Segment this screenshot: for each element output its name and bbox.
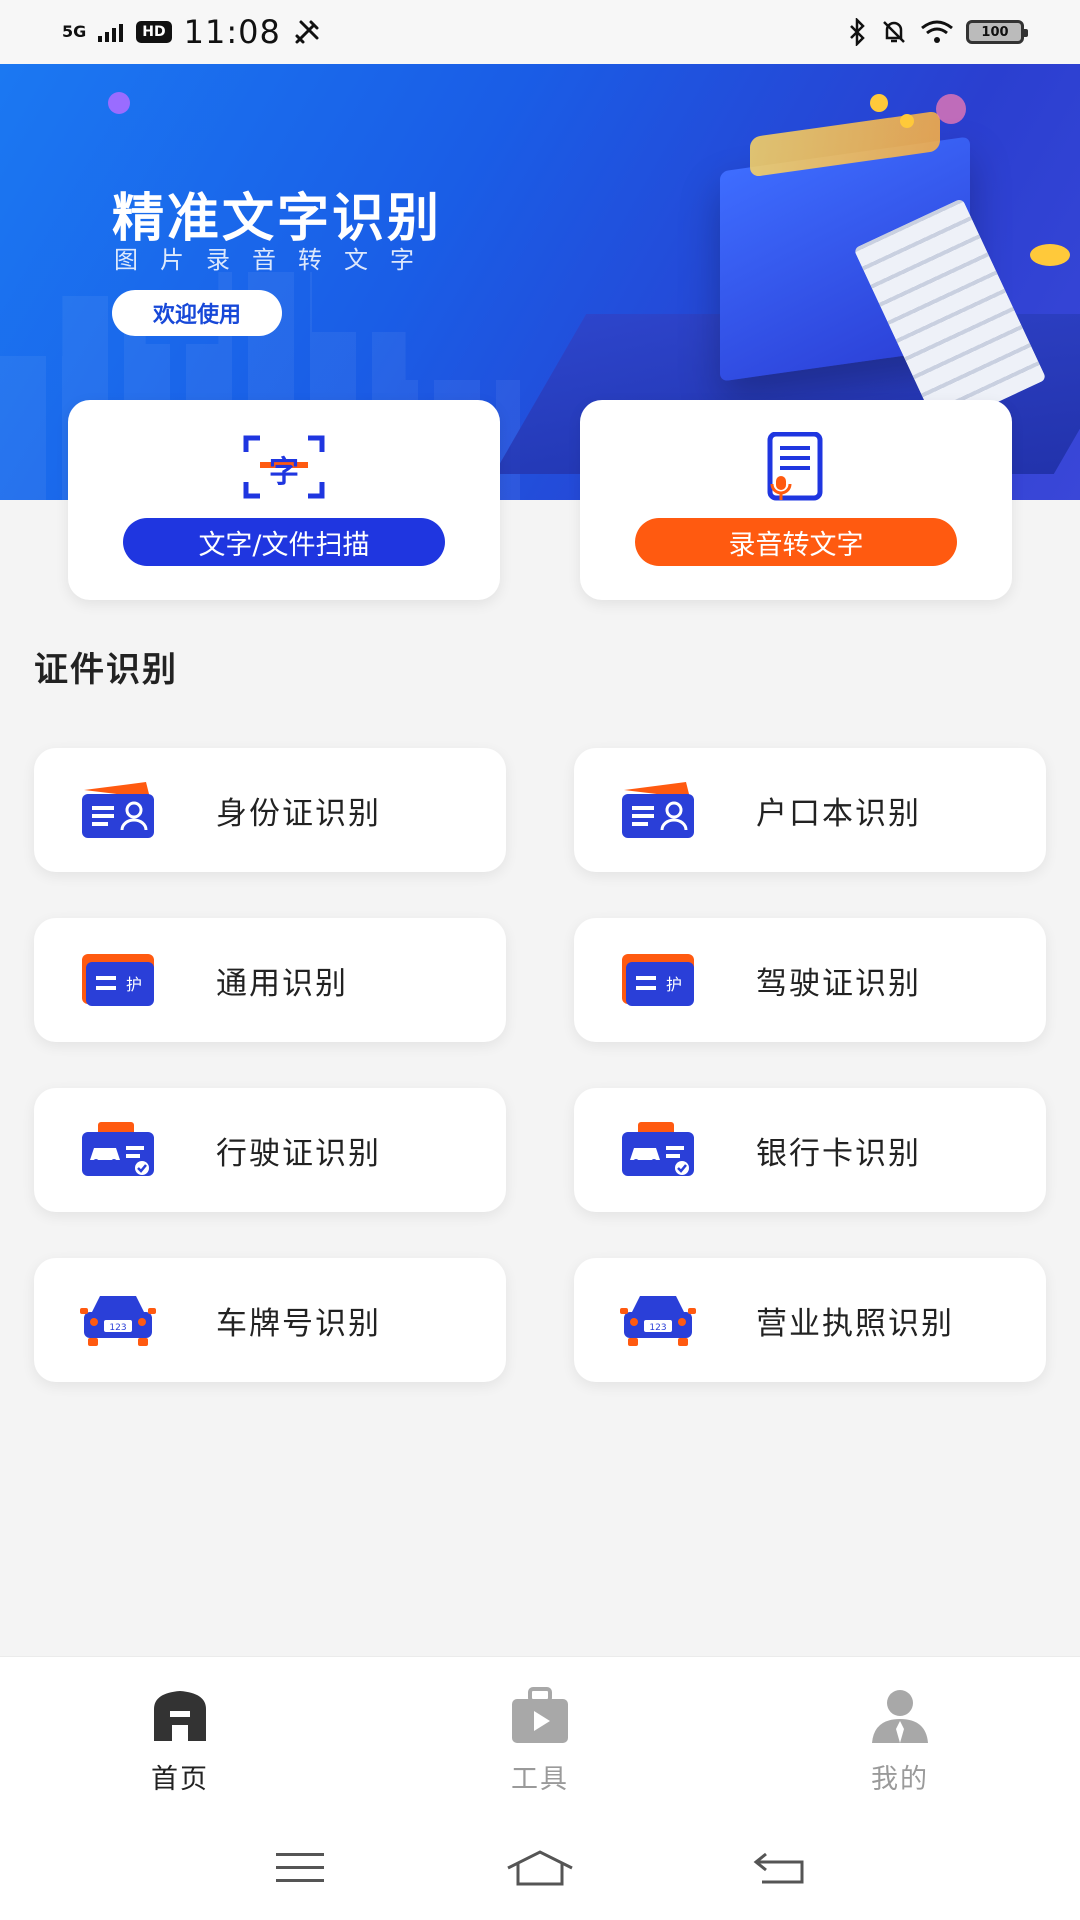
svg-text:护: 护 [126, 975, 142, 994]
nav-tools-label: 工具 [511, 1764, 569, 1795]
battery-icon: 100 [966, 20, 1028, 44]
vehicle-license-icon [82, 1122, 154, 1176]
item-label: 户口本识别 [756, 795, 921, 832]
household-book-icon [622, 782, 694, 838]
back-button[interactable] [740, 1843, 820, 1893]
item-label: 通用识别 [216, 965, 348, 1002]
bottom-nav: 首页 工具 我的 [0, 1656, 1080, 1816]
system-home-icon [507, 1850, 573, 1886]
bluetooth-icon [850, 18, 865, 46]
home-button[interactable] [500, 1843, 580, 1893]
coin-decoration [870, 94, 888, 112]
nav-profile-label: 我的 [871, 1764, 929, 1795]
status-left: 5G HD 11:08 [62, 13, 321, 51]
menu-button[interactable] [260, 1843, 340, 1893]
profile-icon [872, 1690, 928, 1743]
status-bar: 5G HD 11:08 100 [0, 0, 1080, 64]
license-plate-icon: 123 [80, 1296, 156, 1346]
welcome-button[interactable]: 欢迎使用 [112, 290, 282, 336]
banner-subtitle: 图片录音转文字 [114, 246, 436, 274]
driver-license-icon: 护 [622, 954, 694, 1006]
status-right: 100 [848, 18, 1028, 46]
nav-home-label: 首页 [151, 1764, 209, 1795]
signal-bars-icon [98, 24, 124, 42]
system-navigation-bar [0, 1816, 1080, 1920]
dot-decoration [936, 94, 966, 124]
text-scan-button[interactable]: 文字/文件扫描 [123, 518, 445, 566]
audio-to-text-card[interactable]: 录音转文字 [580, 400, 1012, 600]
home-icon [154, 1691, 206, 1741]
passport-icon: 护 [82, 954, 154, 1006]
back-icon [753, 1852, 804, 1884]
general-recognition-item[interactable]: 护 通用识别 [34, 918, 506, 1042]
audio-document-icon [767, 432, 823, 501]
id-card-recognition-item[interactable]: 身份证识别 [34, 748, 506, 872]
svg-text:字: 字 [269, 455, 299, 490]
id-card-icon [82, 782, 154, 838]
item-label: 行驶证识别 [216, 1135, 381, 1172]
tools-icon [295, 20, 319, 44]
hd-badge: HD [136, 21, 172, 43]
battery-level: 100 [981, 24, 1009, 40]
toolbox-icon [512, 1687, 568, 1743]
nav-profile[interactable]: 我的 [720, 1657, 1080, 1816]
bank-card-icon [622, 1122, 694, 1176]
scan-text-icon: 字 [243, 435, 325, 499]
license-plate-recognition-item[interactable]: 123 车牌号识别 [34, 1258, 506, 1382]
business-license-icon: 123 [620, 1296, 696, 1346]
text-scan-card[interactable]: 字 文字/文件扫描 [68, 400, 500, 600]
item-label: 身份证识别 [216, 795, 381, 832]
clock: 11:08 [183, 13, 281, 51]
item-label: 银行卡识别 [756, 1135, 921, 1172]
wifi-icon [921, 20, 953, 43]
vehicle-license-recognition-item[interactable]: 行驶证识别 [34, 1088, 506, 1212]
section-title: 证件识别 [34, 650, 178, 690]
business-license-recognition-item[interactable]: 123 营业执照识别 [574, 1258, 1046, 1382]
dot-decoration [108, 92, 130, 114]
id-recognition-grid: 身份证识别 户口本识别 护 通用识别 护 驾驶证识别 行驶证识别 银行卡识别 1… [34, 748, 1046, 1382]
item-label: 车牌号识别 [216, 1305, 381, 1342]
nav-tools[interactable]: 工具 [360, 1657, 720, 1816]
audio-to-text-button[interactable]: 录音转文字 [635, 518, 957, 566]
svg-text:护: 护 [666, 975, 682, 994]
driver-license-recognition-item[interactable]: 护 驾驶证识别 [574, 918, 1046, 1042]
nav-home[interactable]: 首页 [0, 1657, 360, 1816]
coin-decoration [900, 114, 914, 128]
item-label: 营业执照识别 [756, 1305, 954, 1342]
plate-number: 123 [109, 1323, 126, 1333]
menu-icon [276, 1853, 324, 1882]
item-label: 驾驶证识别 [756, 965, 921, 1002]
household-book-recognition-item[interactable]: 户口本识别 [574, 748, 1046, 872]
signal-indicator: 5G [62, 22, 87, 41]
coin-decoration [1030, 244, 1070, 266]
plate-number: 123 [649, 1323, 666, 1333]
mute-bell-icon [883, 21, 905, 43]
bank-card-recognition-item[interactable]: 银行卡识别 [574, 1088, 1046, 1212]
